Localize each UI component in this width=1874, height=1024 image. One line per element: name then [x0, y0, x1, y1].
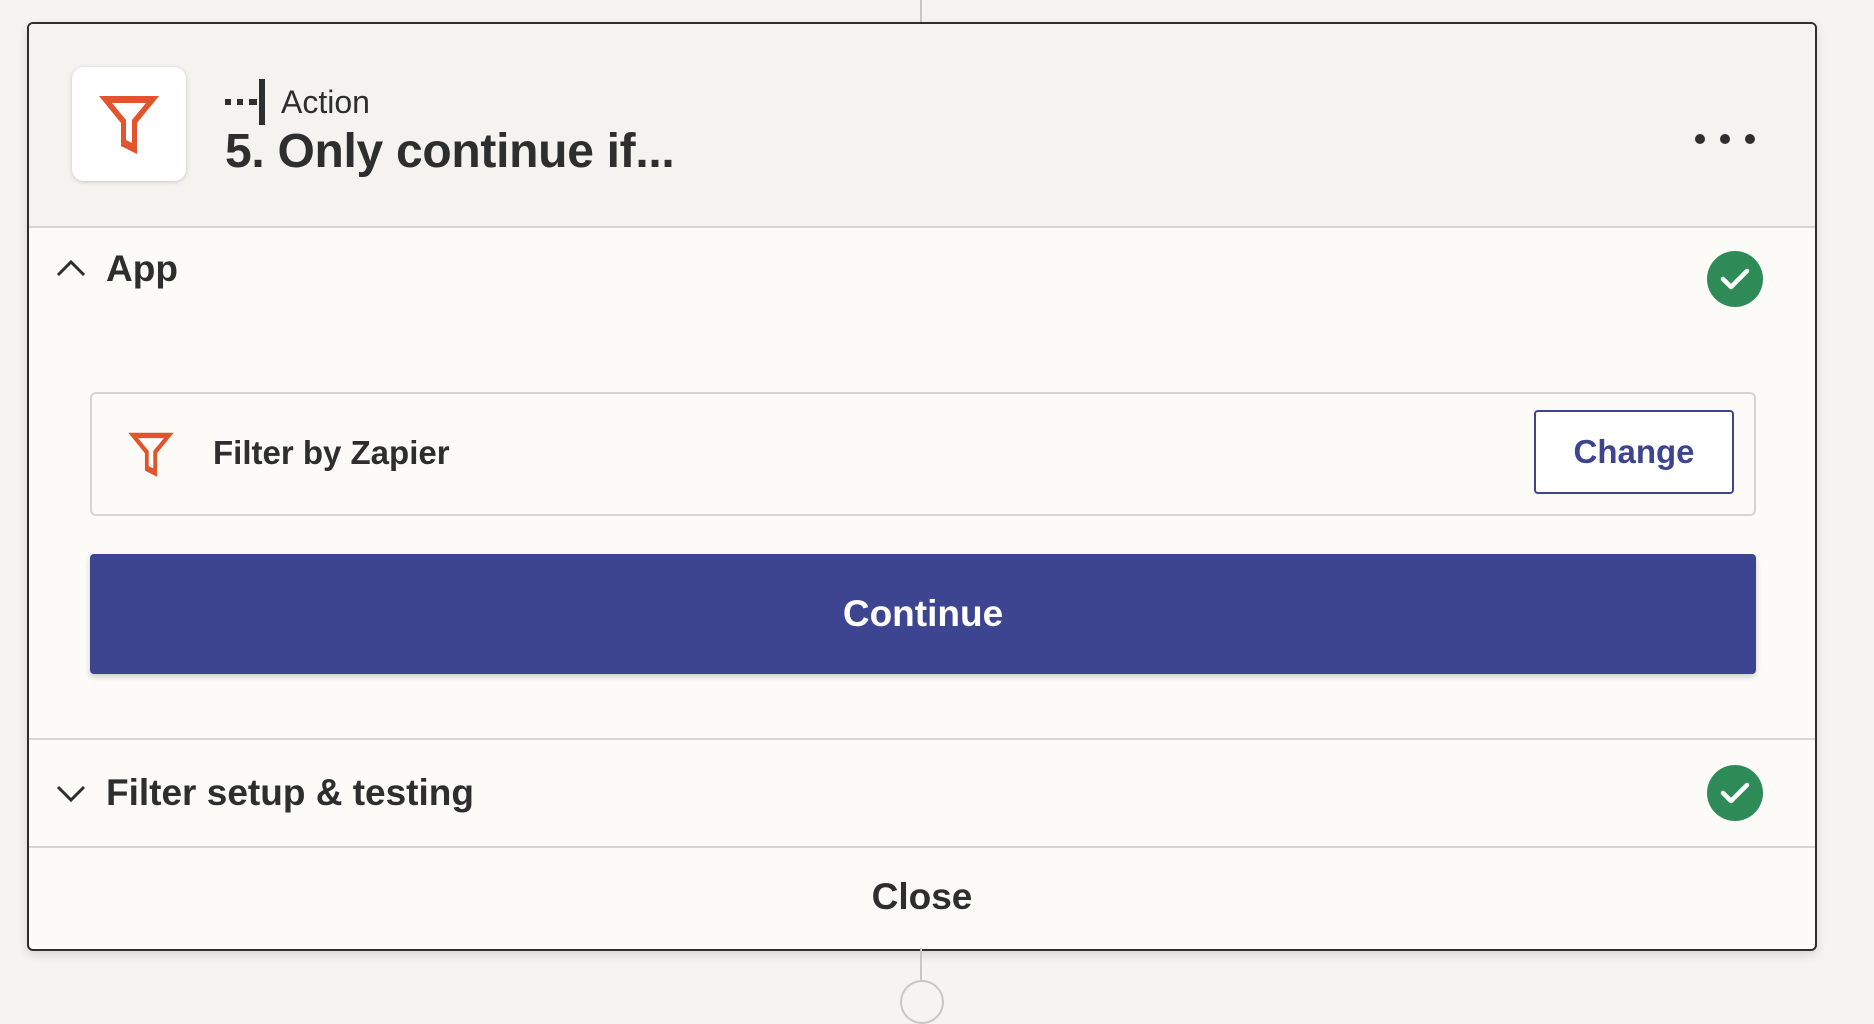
step-kind: Action [225, 79, 370, 125]
step-kind-label: Action [281, 83, 370, 120]
more-options-button[interactable] [1695, 124, 1755, 154]
filter-section-title: Filter setup & testing [106, 772, 474, 813]
change-app-button[interactable]: Change [1534, 410, 1734, 494]
flow-connector-top [920, 0, 922, 24]
check-circle-icon [1707, 765, 1763, 821]
add-step-node[interactable] [900, 980, 944, 1024]
continue-button[interactable]: Continue [90, 554, 1756, 674]
app-section-title: App [106, 248, 178, 289]
chevron-up-icon [56, 259, 86, 277]
more-horizontal-icon [1745, 134, 1755, 144]
filter-section-header[interactable]: Filter setup & testing [29, 738, 1815, 848]
filter-funnel-icon [128, 432, 174, 477]
selected-app-name: Filter by Zapier [213, 434, 450, 471]
chevron-down-icon [56, 785, 86, 803]
step-header: Action 5. Only continue if... [29, 24, 1815, 228]
selected-app-field: Filter by Zapier Change [90, 392, 1756, 516]
step-title[interactable]: 5. Only continue if... [225, 124, 675, 179]
app-section-header[interactable]: App [29, 228, 1815, 324]
check-circle-icon [1707, 251, 1763, 307]
filter-funnel-icon [99, 96, 159, 154]
more-horizontal-icon [1695, 134, 1705, 144]
step-editor-card: Action 5. Only continue if... App Filter… [27, 22, 1817, 951]
app-logo-tile [72, 67, 186, 181]
action-step-icon [225, 79, 265, 125]
more-horizontal-icon [1720, 134, 1730, 144]
close-button[interactable]: Close [29, 846, 1815, 948]
